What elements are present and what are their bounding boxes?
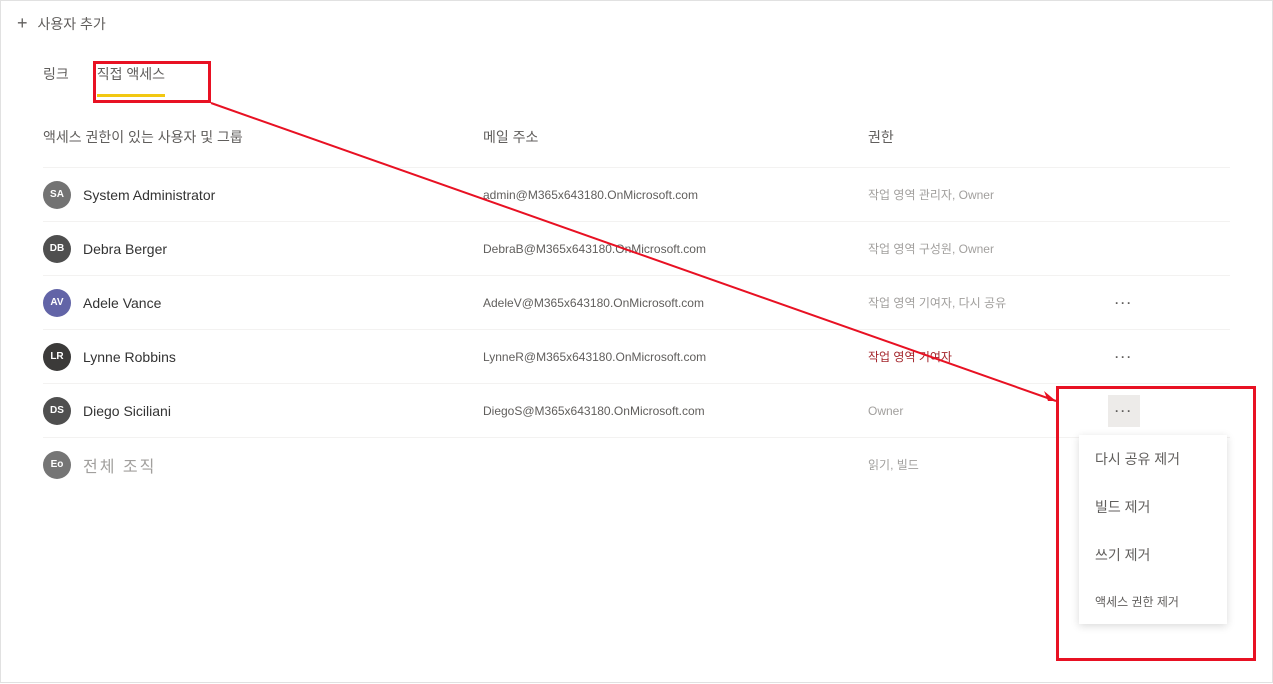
plus-icon: + bbox=[17, 13, 28, 34]
menu-remove-access[interactable]: 액세스 권한 제거 bbox=[1079, 579, 1227, 624]
user-name: Lynne Robbins bbox=[83, 349, 176, 365]
table-row: DB Debra Berger DebraB@M365x643180.OnMicro… bbox=[43, 221, 1230, 275]
user-permission: 작업 영역 기여자 ··· bbox=[868, 341, 1230, 373]
permission-text: 작업 영역 관리자, Owner bbox=[868, 186, 1230, 203]
user-cell: DS Diego Siciliani bbox=[43, 397, 483, 425]
user-email: AdeleV@M365x643180.OnMicrosoft.com bbox=[483, 296, 868, 310]
more-options-button[interactable]: ··· bbox=[1108, 395, 1140, 427]
table-row: LR Lynne Robbins LynneR@M365x643180.OnMicr… bbox=[43, 329, 1230, 383]
avatar: SA bbox=[43, 181, 71, 209]
header-permission: 권한 bbox=[868, 127, 1230, 147]
table-row: AV Adele Vance AdeleV@M365x643180.OnMicros… bbox=[43, 275, 1230, 329]
menu-remove-write[interactable]: 쓰기 제거 bbox=[1079, 531, 1227, 579]
user-email: DiegoS@M365x643180.OnMicrosoft.com bbox=[483, 404, 868, 418]
user-permission: 작업 영역 기여자, 다시 공유 ··· bbox=[868, 287, 1230, 319]
add-user-label: 사용자 추가 bbox=[38, 14, 106, 34]
ellipsis-icon: ··· bbox=[1115, 404, 1133, 418]
user-cell: AV Adele Vance bbox=[43, 289, 483, 317]
access-table: 액세스 권한이 있는 사용자 및 그룹 메일 주소 권한 SA System Ad… bbox=[1, 97, 1272, 491]
toolbar: + 사용자 추가 bbox=[1, 1, 1272, 46]
ellipsis-icon: ··· bbox=[1115, 296, 1133, 310]
avatar: DB bbox=[43, 235, 71, 263]
user-name: Debra Berger bbox=[83, 241, 167, 257]
tabs: 링크 직접 액세스 bbox=[1, 46, 1272, 97]
permission-text: 작업 영역 구성원, Owner bbox=[868, 240, 1230, 257]
tab-direct-access[interactable]: 직접 액세스 bbox=[97, 64, 165, 97]
user-permission: 작업 영역 관리자, Owner bbox=[868, 186, 1230, 203]
table-row: SA System Administrator admin@M365x643180.… bbox=[43, 167, 1230, 221]
menu-remove-reshare[interactable]: 다시 공유 제거 bbox=[1079, 435, 1227, 483]
user-name: Diego Siciliani bbox=[83, 403, 171, 419]
table-header: 액세스 권한이 있는 사용자 및 그룹 메일 주소 권한 bbox=[43, 127, 1230, 167]
permission-text: 작업 영역 기여자 bbox=[868, 348, 1108, 365]
permission-text: Owner bbox=[868, 404, 1108, 418]
ellipsis-icon: ··· bbox=[1115, 350, 1133, 364]
table-row: DS Diego Siciliani DiegoS@M365x643180.OnMi… bbox=[43, 383, 1230, 437]
user-name: 전체 조직 bbox=[83, 453, 156, 477]
header-email: 메일 주소 bbox=[483, 127, 868, 147]
header-users: 액세스 권한이 있는 사용자 및 그룹 bbox=[43, 127, 483, 147]
permission-text: 작업 영역 기여자, 다시 공유 bbox=[868, 294, 1108, 311]
avatar: DS bbox=[43, 397, 71, 425]
user-cell: Eo 전체 조직 bbox=[43, 451, 483, 479]
menu-remove-build[interactable]: 빌드 제거 bbox=[1079, 483, 1227, 531]
table-row: Eo전체 조직읽기, 빌드 bbox=[43, 437, 1230, 491]
avatar: LR bbox=[43, 343, 71, 371]
user-cell: SA System Administrator bbox=[43, 181, 483, 209]
user-email: DebraB@M365x643180.OnMicrosoft.com bbox=[483, 242, 868, 256]
more-options-button[interactable]: ··· bbox=[1108, 341, 1140, 373]
user-permission: Owner ··· bbox=[868, 395, 1230, 427]
user-cell: LR Lynne Robbins bbox=[43, 343, 483, 371]
avatar: Eo bbox=[43, 451, 71, 479]
more-options-button[interactable]: ··· bbox=[1108, 287, 1140, 319]
context-menu: 다시 공유 제거 빌드 제거 쓰기 제거 액세스 권한 제거 bbox=[1079, 435, 1227, 624]
user-email: admin@M365x643180.OnMicrosoft.com bbox=[483, 188, 868, 202]
user-name: System Administrator bbox=[83, 187, 215, 203]
user-name: Adele Vance bbox=[83, 295, 161, 311]
add-user-button[interactable]: + 사용자 추가 bbox=[17, 13, 106, 34]
user-email: LynneR@M365x643180.OnMicrosoft.com bbox=[483, 350, 868, 364]
user-permission: 작업 영역 구성원, Owner bbox=[868, 240, 1230, 257]
user-cell: DB Debra Berger bbox=[43, 235, 483, 263]
tab-links[interactable]: 링크 bbox=[43, 64, 69, 97]
avatar: AV bbox=[43, 289, 71, 317]
